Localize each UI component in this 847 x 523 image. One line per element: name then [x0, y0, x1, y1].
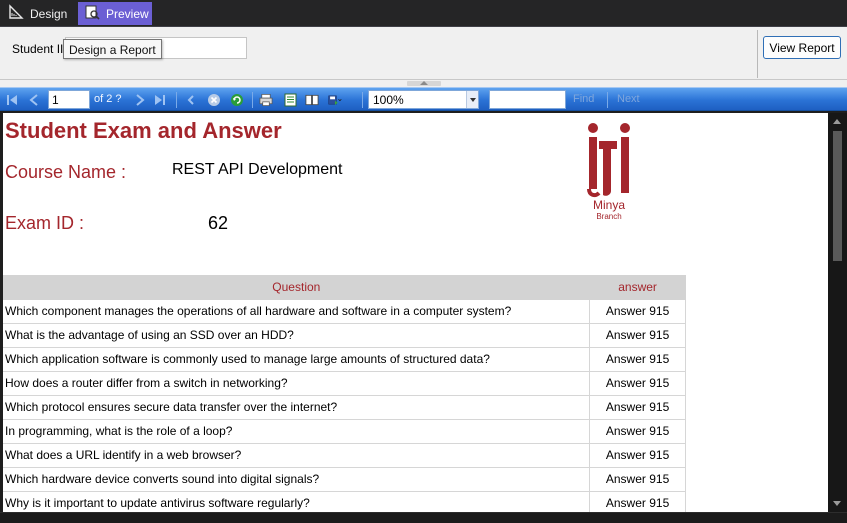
question-cell: What does a URL identify in a web browse… [3, 443, 591, 468]
question-cell: Which application software is commonly u… [3, 347, 591, 372]
tooltip: Design a Report [63, 39, 162, 59]
back-icon[interactable] [185, 93, 199, 107]
iti-logo-icon [587, 123, 630, 198]
course-name-value: REST API Development [172, 161, 343, 178]
preview-icon [84, 4, 100, 23]
table-row: Which application software is commonly u… [3, 347, 686, 372]
collapse-arrow-icon[interactable] [407, 81, 441, 86]
scroll-down-icon[interactable] [833, 501, 841, 506]
column-header-question: Question [3, 275, 590, 300]
question-cell: What is the advantage of using an SSD ov… [3, 323, 591, 348]
exam-id-value: 62 [208, 213, 229, 233]
parameters-panel: Student II 3 Design a Report View Report [0, 27, 847, 80]
course-name-label: Course Name : [5, 162, 127, 182]
exam-id-label: Exam ID : [5, 213, 85, 233]
view-report-button[interactable]: View Report [763, 36, 841, 59]
logo-subtext: Branch [596, 212, 622, 221]
question-cell: Which component manages the operations o… [3, 299, 591, 324]
answer-cell: Answer 915 [589, 395, 686, 420]
report-title: Student Exam and Answer [5, 118, 282, 143]
answer-cell: Answer 915 [589, 491, 686, 512]
answer-cell: Answer 915 [589, 323, 686, 348]
answer-cell: Answer 915 [589, 419, 686, 444]
page-setup-icon[interactable] [305, 93, 319, 107]
answer-cell: Answer 915 [589, 347, 686, 372]
answer-cell: Answer 915 [589, 299, 686, 324]
tab-design-label: Design [30, 6, 68, 21]
first-page-icon[interactable] [5, 93, 19, 107]
parameters-splitter[interactable] [0, 80, 847, 87]
tab-bar: Design Preview [0, 0, 847, 27]
previous-page-icon[interactable] [27, 93, 41, 107]
question-cell: How does a router differ from a switch i… [3, 371, 591, 396]
table-row: Which hardware device converts sound int… [3, 467, 686, 492]
table-row: What is the advantage of using an SSD ov… [3, 323, 686, 348]
zoom-select[interactable]: 100% [368, 90, 479, 109]
print-layout-icon[interactable] [283, 93, 297, 107]
tab-design[interactable]: Design [2, 2, 74, 25]
table-row: How does a router differ from a switch i… [3, 371, 686, 396]
stop-icon[interactable] [207, 93, 221, 107]
find-link[interactable]: Find [573, 93, 594, 105]
questions-table: Question answer Which component manages … [3, 275, 686, 512]
table-row: What does a URL identify in a web browse… [3, 443, 686, 468]
table-row: Why is it important to update antivirus … [3, 491, 686, 512]
answer-cell: Answer 915 [589, 371, 686, 396]
scrollbar-thumb[interactable] [833, 131, 842, 261]
toolbar-separator [176, 92, 177, 108]
question-cell: Why is it important to update antivirus … [3, 491, 591, 512]
answer-cell: Answer 915 [589, 467, 686, 492]
report-toolbar: 1 of 2 ? 100% Find Next [0, 87, 847, 111]
tab-preview-label: Preview [106, 6, 149, 21]
column-header-answer: answer [589, 275, 686, 300]
question-cell: Which hardware device converts sound int… [3, 467, 591, 492]
student-id-label: Student II [12, 42, 64, 56]
page-number-input[interactable]: 1 [48, 90, 90, 109]
table-header-row: Question answer [3, 275, 686, 300]
chevron-down-icon[interactable] [466, 91, 478, 108]
table-row: In programming, what is the role of a lo… [3, 419, 686, 444]
answer-cell: Answer 915 [589, 443, 686, 468]
export-icon[interactable] [328, 93, 342, 107]
table-row: Which component manages the operations o… [3, 299, 686, 324]
logo-text: Minya [592, 198, 625, 212]
find-input[interactable] [489, 90, 566, 109]
table-row: Which protocol ensures secure data trans… [3, 395, 686, 420]
design-icon [8, 4, 24, 23]
status-bar [0, 512, 847, 523]
question-cell: In programming, what is the role of a lo… [3, 419, 591, 444]
question-cell: Which protocol ensures secure data trans… [3, 395, 591, 420]
next-link[interactable]: Next [617, 93, 640, 105]
last-page-icon[interactable] [153, 93, 167, 107]
tab-preview[interactable]: Preview [78, 2, 152, 25]
refresh-icon[interactable] [230, 93, 244, 107]
zoom-value: 100% [373, 93, 404, 107]
vertical-scrollbar[interactable] [828, 113, 847, 512]
next-page-icon[interactable] [133, 93, 147, 107]
parameters-divider [757, 30, 758, 78]
scroll-up-icon[interactable] [833, 119, 841, 124]
toolbar-separator [362, 92, 363, 108]
page-count: of 2 ? [94, 93, 122, 105]
print-icon[interactable] [259, 93, 273, 107]
toolbar-separator [607, 92, 608, 108]
report-page: Student Exam and Answer Course Name : RE… [3, 113, 828, 512]
iti-logo: Minya Branch [573, 119, 645, 227]
toolbar-separator [252, 92, 253, 108]
